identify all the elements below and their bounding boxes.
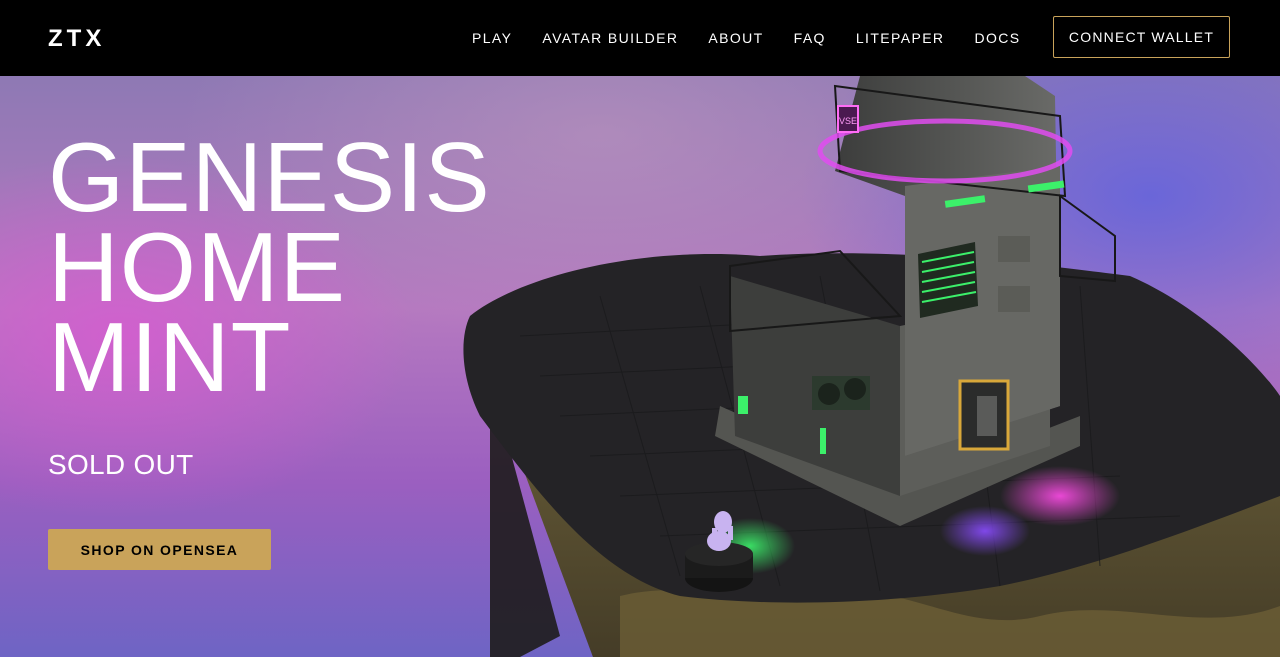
nav-link-avatar-builder[interactable]: AVATAR BUILDER <box>542 0 678 76</box>
nav-link-play[interactable]: PLAY <box>472 0 512 76</box>
hero-title-line: GENESIS <box>48 122 491 232</box>
connect-wallet-button[interactable]: CONNECT WALLET <box>1053 16 1230 58</box>
logo-text: ZTX <box>48 27 105 49</box>
main-nav: PLAY AVATAR BUILDER ABOUT FAQ LITEPAPER … <box>472 0 1021 76</box>
shop-on-opensea-button[interactable]: SHOP ON OPENSEA <box>48 529 271 570</box>
hero-title: GENESIS HOME MINT <box>48 122 491 412</box>
ztx-logo[interactable]: ZTX <box>48 27 134 49</box>
neon-sign-text: VSE <box>839 116 857 126</box>
hero-title-line: HOME <box>48 212 346 322</box>
hero-section: VSE GENESIS HOME MINT SOLD OUT SHOP ON O… <box>0 76 1280 657</box>
nav-link-about[interactable]: ABOUT <box>708 0 763 76</box>
nav-link-litepaper[interactable]: LITEPAPER <box>856 0 945 76</box>
nav-link-faq[interactable]: FAQ <box>794 0 826 76</box>
nav-link-docs[interactable]: DOCS <box>974 0 1020 76</box>
top-navbar: ZTX PLAY AVATAR BUILDER ABOUT FAQ LITEPA… <box>0 0 1280 76</box>
hero-title-line: MINT <box>48 302 292 412</box>
mint-status: SOLD OUT <box>48 449 194 480</box>
